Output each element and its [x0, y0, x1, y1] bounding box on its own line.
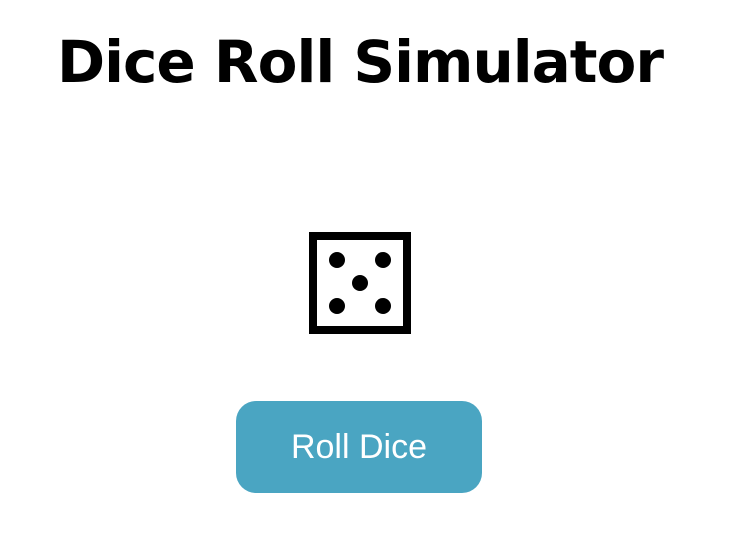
roll-dice-button[interactable]: Roll Dice [236, 401, 482, 493]
die-pip [329, 252, 345, 268]
die-pip [375, 252, 391, 268]
die-pip [352, 275, 368, 291]
dice-display [309, 232, 411, 334]
dice-five-icon [309, 232, 411, 334]
die-pip [375, 298, 391, 314]
page-title: Dice Roll Simulator [57, 28, 664, 96]
die-pip [329, 298, 345, 314]
